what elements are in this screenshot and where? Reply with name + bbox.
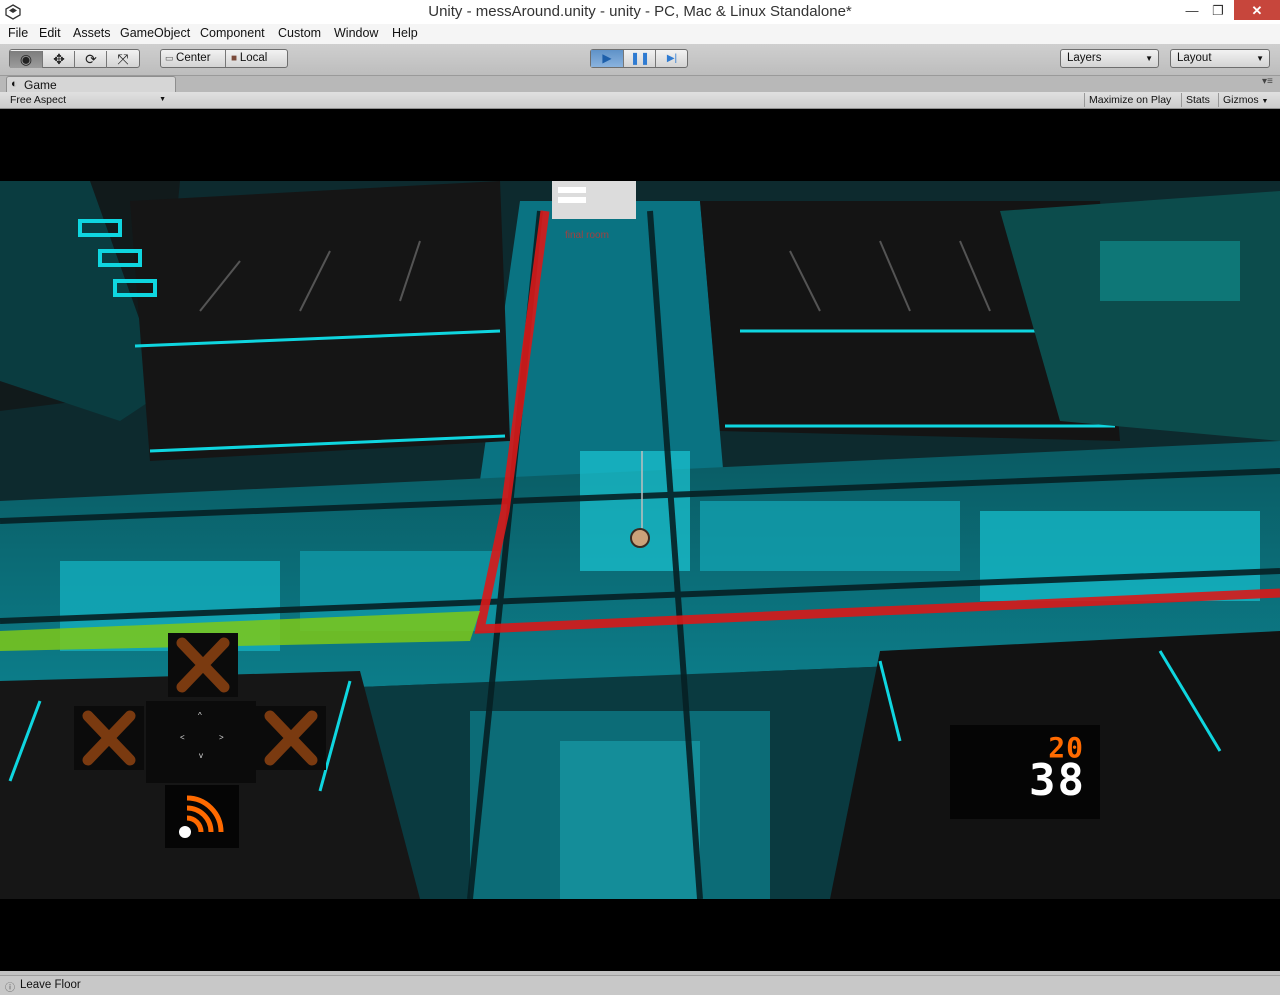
x-left-icon xyxy=(82,710,136,766)
playback-controls: ▶ ❚❚ ▶| xyxy=(590,49,688,68)
layers-arrow-icon: ▼ xyxy=(1145,54,1153,63)
status-bar: ⓘ Leave Floor xyxy=(0,975,1280,995)
game-view-toolbar: Free Aspect ▼ Maximize on Play Stats Giz… xyxy=(0,92,1280,109)
gizmos-arrow-icon: ▼ xyxy=(1261,98,1269,105)
menu-custom[interactable]: Custom xyxy=(278,26,321,40)
x-right-icon xyxy=(264,710,318,766)
title-bar: Unity - messAround.unity - unity - PC, M… xyxy=(0,0,1280,25)
panel-menu-icon[interactable]: ▾≡ xyxy=(1262,76,1273,87)
menu-file[interactable]: File xyxy=(8,26,28,40)
window-title: Unity - messAround.unity - unity - PC, M… xyxy=(428,3,852,20)
aspect-dropdown[interactable]: Free Aspect ▼ xyxy=(6,93,166,107)
arrow-right-icon: > xyxy=(219,733,224,742)
layers-label: Layers xyxy=(1067,52,1102,64)
stats-toggle[interactable]: Stats xyxy=(1181,93,1214,107)
scale-tool-icon[interactable]: ⤧ xyxy=(106,51,139,68)
gizmos-label: Gizmos xyxy=(1223,94,1259,106)
panel-tab-bar: ◐ Game ▾≡ xyxy=(0,76,1280,92)
dpad-center[interactable]: ^ < > v xyxy=(146,701,256,783)
move-tool-icon[interactable]: ✥ xyxy=(42,51,75,68)
floor-label: final room xyxy=(565,230,609,241)
x-up-icon xyxy=(176,637,230,693)
score-bottom: 38 xyxy=(1029,755,1086,806)
pivot-toggles: ▭ Center ■ Local xyxy=(160,49,288,68)
info-icon: ⓘ xyxy=(5,983,15,994)
pivot-local-label: Local xyxy=(239,52,268,64)
aspect-label: Free Aspect xyxy=(10,94,67,106)
tab-game-label: Game xyxy=(24,78,57,92)
menu-edit[interactable]: Edit xyxy=(39,26,61,40)
broadcast-button[interactable] xyxy=(165,785,239,848)
step-button[interactable]: ▶| xyxy=(655,50,688,67)
pivot-center-toggle[interactable]: ▭ Center xyxy=(165,50,225,67)
close-button[interactable]: ✕ xyxy=(1234,0,1280,20)
right-button[interactable] xyxy=(256,706,326,770)
transform-tools: ◉ ✥ ⟳ ⤧ xyxy=(9,49,140,68)
local-cube-icon: ■ xyxy=(231,53,240,64)
maximize-on-play-toggle[interactable]: Maximize on Play xyxy=(1084,93,1175,107)
maximize-button[interactable]: ❐ xyxy=(1202,0,1234,22)
layout-label: Layout xyxy=(1177,52,1212,64)
left-button[interactable] xyxy=(74,706,144,770)
status-message[interactable]: Leave Floor xyxy=(20,979,81,991)
pivot-center-icon: ▭ xyxy=(165,53,177,63)
pivot-center-label: Center xyxy=(176,52,211,64)
toolbar: ◉ ✥ ⟳ ⤧ ▭ Center ■ Local ▶ ❚❚ ▶| Layers … xyxy=(0,44,1280,76)
view-tool-icon[interactable]: ◉ xyxy=(10,51,42,68)
menu-assets[interactable]: Assets xyxy=(73,26,111,40)
rss-signal-icon xyxy=(179,795,224,838)
layers-dropdown[interactable]: Layers ▼ xyxy=(1060,49,1159,68)
menu-window[interactable]: Window xyxy=(334,26,378,40)
aspect-arrow-icon: ▼ xyxy=(159,96,166,103)
menu-gameobject[interactable]: GameObject xyxy=(120,26,190,40)
pivot-local-toggle[interactable]: ■ Local xyxy=(231,50,286,67)
layout-arrow-icon: ▼ xyxy=(1256,54,1264,63)
rotate-tool-icon[interactable]: ⟳ xyxy=(74,51,107,68)
arrow-up-icon: ^ xyxy=(198,711,202,720)
play-button[interactable]: ▶ xyxy=(591,50,623,67)
menu-help[interactable]: Help xyxy=(392,26,418,40)
tab-game[interactable]: ◐ Game xyxy=(6,76,176,92)
pause-button[interactable]: ❚❚ xyxy=(623,50,656,67)
game-view-icon: ◐ xyxy=(11,78,18,90)
up-button[interactable] xyxy=(168,633,238,697)
layout-dropdown[interactable]: Layout ▼ xyxy=(1170,49,1270,68)
arrow-left-icon: < xyxy=(180,733,185,742)
score-panel: 20 38 xyxy=(950,725,1100,819)
game-view[interactable]: final room ^ < > v 20 38 xyxy=(0,109,1280,971)
arrow-down-icon: v xyxy=(199,751,203,760)
menu-component[interactable]: Component xyxy=(200,26,265,40)
gizmos-dropdown[interactable]: Gizmos ▼ xyxy=(1218,93,1272,107)
menu-bar: File Edit Assets GameObject Component Cu… xyxy=(0,24,1280,44)
